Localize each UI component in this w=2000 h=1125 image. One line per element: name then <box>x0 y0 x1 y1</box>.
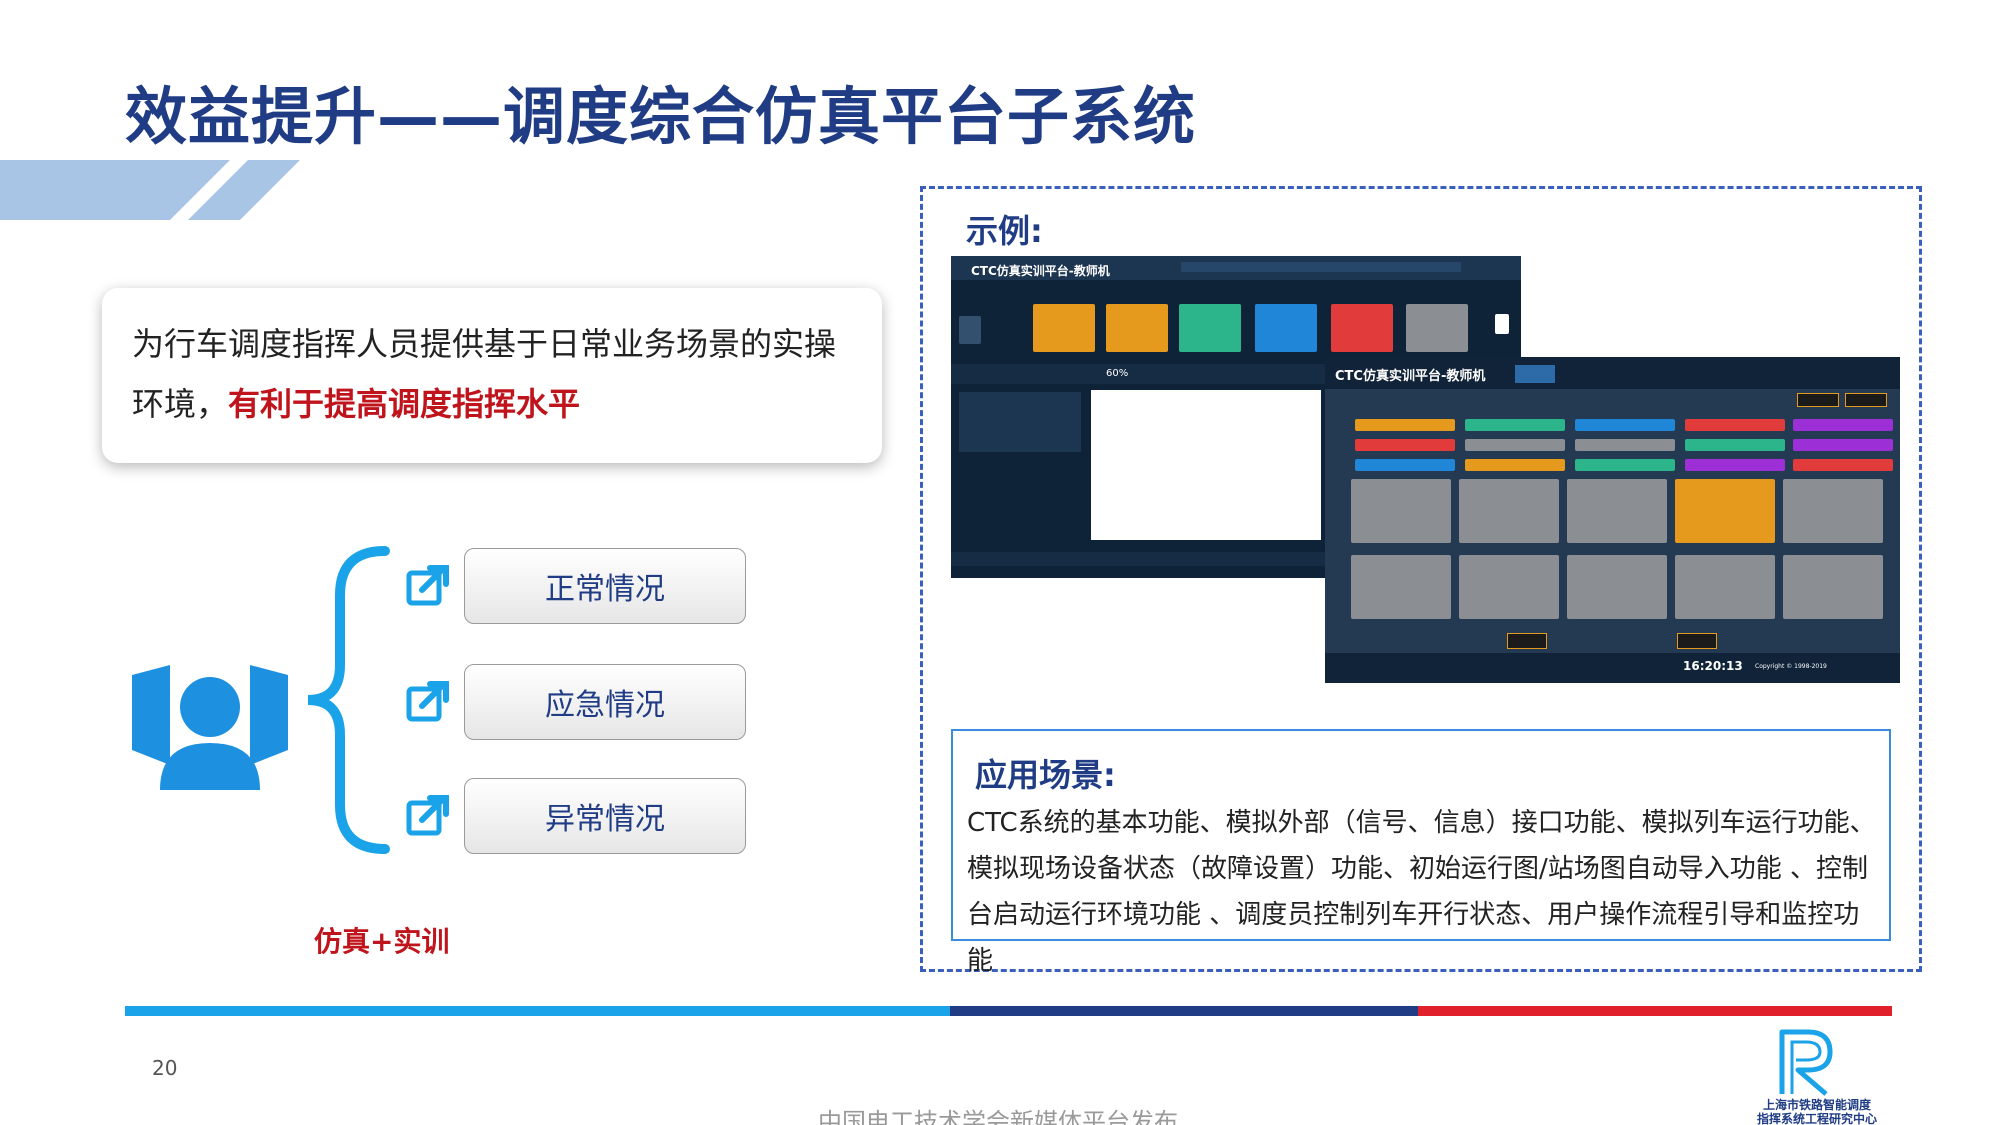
footer-bar-red <box>1418 1006 1892 1016</box>
logo-text-line2: 指挥系统工程研究中心 <box>1756 1112 1877 1125</box>
external-link-icon <box>406 795 449 836</box>
footer-bar-dark-blue <box>950 1006 1418 1016</box>
intro-highlight: 有利于提高调度指挥水平 <box>228 385 581 423</box>
case-emergency-button[interactable]: 应急情况 <box>464 664 746 740</box>
simulation-training-label: 仿真+实训 <box>314 925 450 958</box>
external-link-icon <box>406 681 449 722</box>
screenshot-front-copyright: Copyright © 1998-2019 <box>1755 663 1827 670</box>
publisher-text: 中国电工技术学会新媒体平台发布 <box>818 1108 1178 1125</box>
slide-title: 效益提升——调度综合仿真平台子系统 <box>125 80 1197 153</box>
footer-bar-light-blue <box>125 1006 950 1016</box>
brace-decoration <box>307 546 390 854</box>
title-stripe-decoration <box>0 160 300 220</box>
scenario-body: CTC系统的基本功能、模拟外部（信号、信息）接口功能、模拟列车运行功能、模拟现场… <box>967 808 1876 976</box>
scenario-heading: 应用场景: <box>975 756 1116 794</box>
screenshot-front-clock: 16:20:13 <box>1683 659 1743 673</box>
page-number: 20 <box>152 1056 178 1080</box>
logo-text: 上海市铁路智能调度 指挥系统工程研究中心 <box>1752 1098 1882 1125</box>
dispatcher-person-icon <box>132 665 288 790</box>
screenshot-teacher-front: CTC仿真实训平台-教师机 16:20:13 Copyright © 1998-… <box>1325 357 1900 683</box>
case-abnormal-button[interactable]: 异常情况 <box>464 778 746 854</box>
external-link-icon <box>406 565 449 606</box>
logo-text-line1: 上海市铁路智能调度 <box>1762 1098 1871 1112</box>
screenshot-front-title: CTC仿真实训平台-教师机 <box>1335 369 1486 384</box>
screenshot-back-percent: 60% <box>1106 368 1129 379</box>
example-heading: 示例: <box>966 212 1043 250</box>
screenshot-back-title: CTC仿真实训平台-教师机 <box>971 264 1110 278</box>
intro-card: 为行车调度指挥人员提供基于日常业务场景的实操环境，有利于提高调度指挥水平 <box>102 288 882 463</box>
institute-logo <box>1779 1029 1833 1096</box>
case-normal-button[interactable]: 正常情况 <box>464 548 746 624</box>
